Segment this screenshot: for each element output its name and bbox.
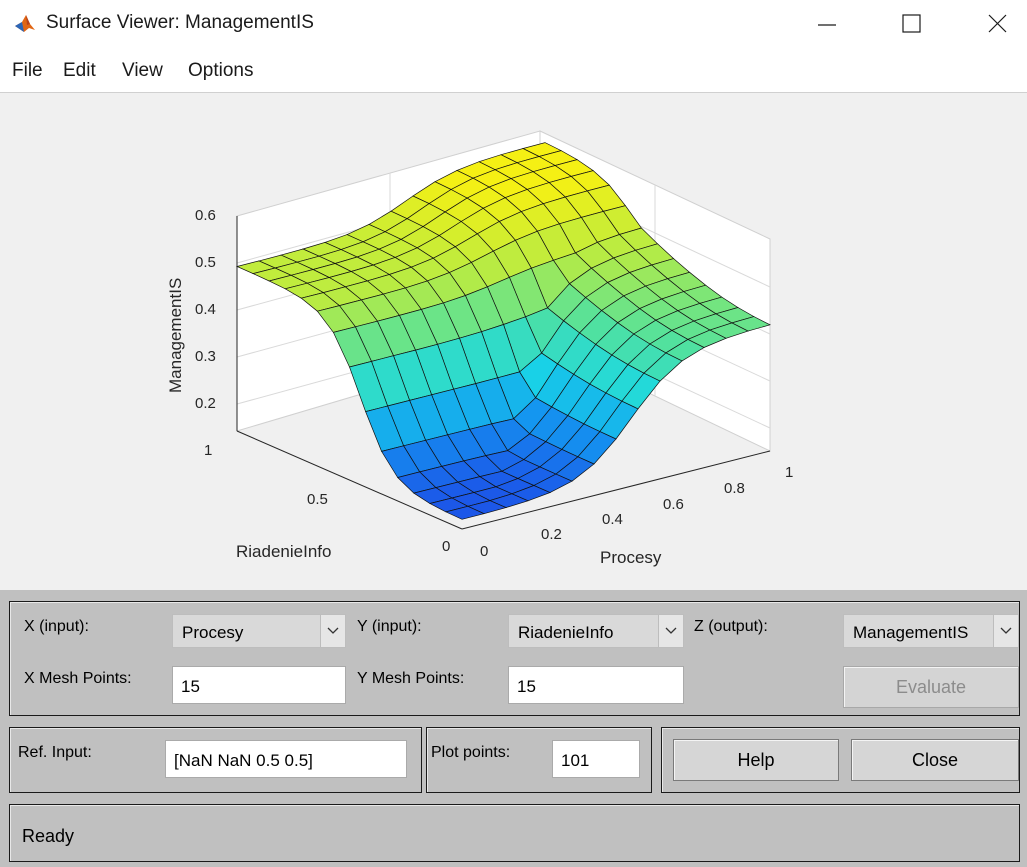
maximize-icon [902, 14, 921, 33]
y-mesh-field[interactable] [508, 666, 684, 704]
z-tick-0.4: 0.4 [195, 301, 216, 318]
y-axis-label: RiadenieInfo [236, 542, 331, 561]
x-input-value: Procesy [182, 623, 244, 642]
chevron-down-icon [993, 615, 1018, 647]
x-input-label: X (input): [24, 618, 89, 635]
x-axis-label: Procesy [600, 548, 662, 567]
matlab-logo-icon [14, 12, 36, 34]
z-tick-0.3: 0.3 [195, 348, 216, 365]
surface-plot-area[interactable]: 0.6 0.5 0.4 0.3 0.2 1 0.5 0 0 0.2 0.4 0.… [0, 92, 1027, 591]
plot-points-field[interactable] [552, 740, 640, 778]
y-input-value: RiadenieInfo [518, 623, 614, 642]
close-button[interactable]: Close [851, 739, 1019, 781]
z-axis-label: ManagementIS [166, 278, 185, 393]
evaluate-button[interactable]: Evaluate [843, 666, 1019, 708]
y-mesh-input[interactable] [509, 667, 683, 703]
z-output-label: Z (output): [694, 618, 768, 635]
z-output-value: ManagementIS [853, 623, 969, 642]
x-mesh-input[interactable] [173, 667, 345, 703]
close-icon [988, 14, 1007, 33]
window-title: Surface Viewer: ManagementIS [46, 12, 314, 33]
close-window-button[interactable] [975, 4, 1019, 42]
y-input-dropdown[interactable]: RiadenieInfo [508, 614, 684, 648]
menu-view[interactable]: View [122, 60, 163, 82]
x-tick-0: 0 [480, 543, 488, 560]
menu-edit[interactable]: Edit [63, 60, 96, 82]
ref-input-field[interactable] [165, 740, 407, 778]
x-mesh-label: X Mesh Points: [24, 670, 132, 687]
maximize-button[interactable] [890, 4, 934, 42]
x-mesh-field[interactable] [172, 666, 346, 704]
y-tick-1: 1 [204, 442, 212, 459]
menu-file[interactable]: File [12, 60, 43, 82]
z-tick-0.5: 0.5 [195, 254, 216, 271]
x-tick-1: 1 [785, 464, 793, 481]
y-mesh-label: Y Mesh Points: [357, 670, 465, 687]
plot-points-label: Plot points: [431, 744, 511, 761]
x-tick-0.2: 0.2 [541, 526, 562, 543]
x-tick-0.4: 0.4 [602, 511, 623, 528]
z-output-dropdown[interactable]: ManagementIS [843, 614, 1019, 648]
ref-input-label: Ref. Input: [18, 744, 92, 761]
chevron-down-icon [658, 615, 683, 647]
chevron-down-icon [320, 615, 345, 647]
plot-points-input[interactable] [553, 741, 639, 777]
minimize-button[interactable] [806, 4, 850, 42]
y-input-label: Y (input): [357, 618, 422, 635]
y-tick-0.5: 0.5 [307, 491, 328, 508]
z-tick-0.6: 0.6 [195, 207, 216, 224]
menu-options[interactable]: Options [188, 60, 253, 82]
title-bar: Surface Viewer: ManagementIS [0, 0, 1027, 46]
help-button[interactable]: Help [673, 739, 839, 781]
x-tick-0.6: 0.6 [663, 496, 684, 513]
menu-bar: File Edit View Options [0, 54, 1027, 90]
minimize-icon [818, 24, 836, 26]
y-tick-0: 0 [442, 538, 450, 555]
surface-plot[interactable]: 0.6 0.5 0.4 0.3 0.2 1 0.5 0 0 0.2 0.4 0.… [0, 93, 1027, 591]
z-tick-0.2: 0.2 [195, 395, 216, 412]
status-bar [9, 804, 1020, 862]
status-text: Ready [22, 826, 75, 846]
x-tick-0.8: 0.8 [724, 480, 745, 497]
x-input-dropdown[interactable]: Procesy [172, 614, 346, 648]
ref-input-input[interactable] [166, 741, 406, 777]
